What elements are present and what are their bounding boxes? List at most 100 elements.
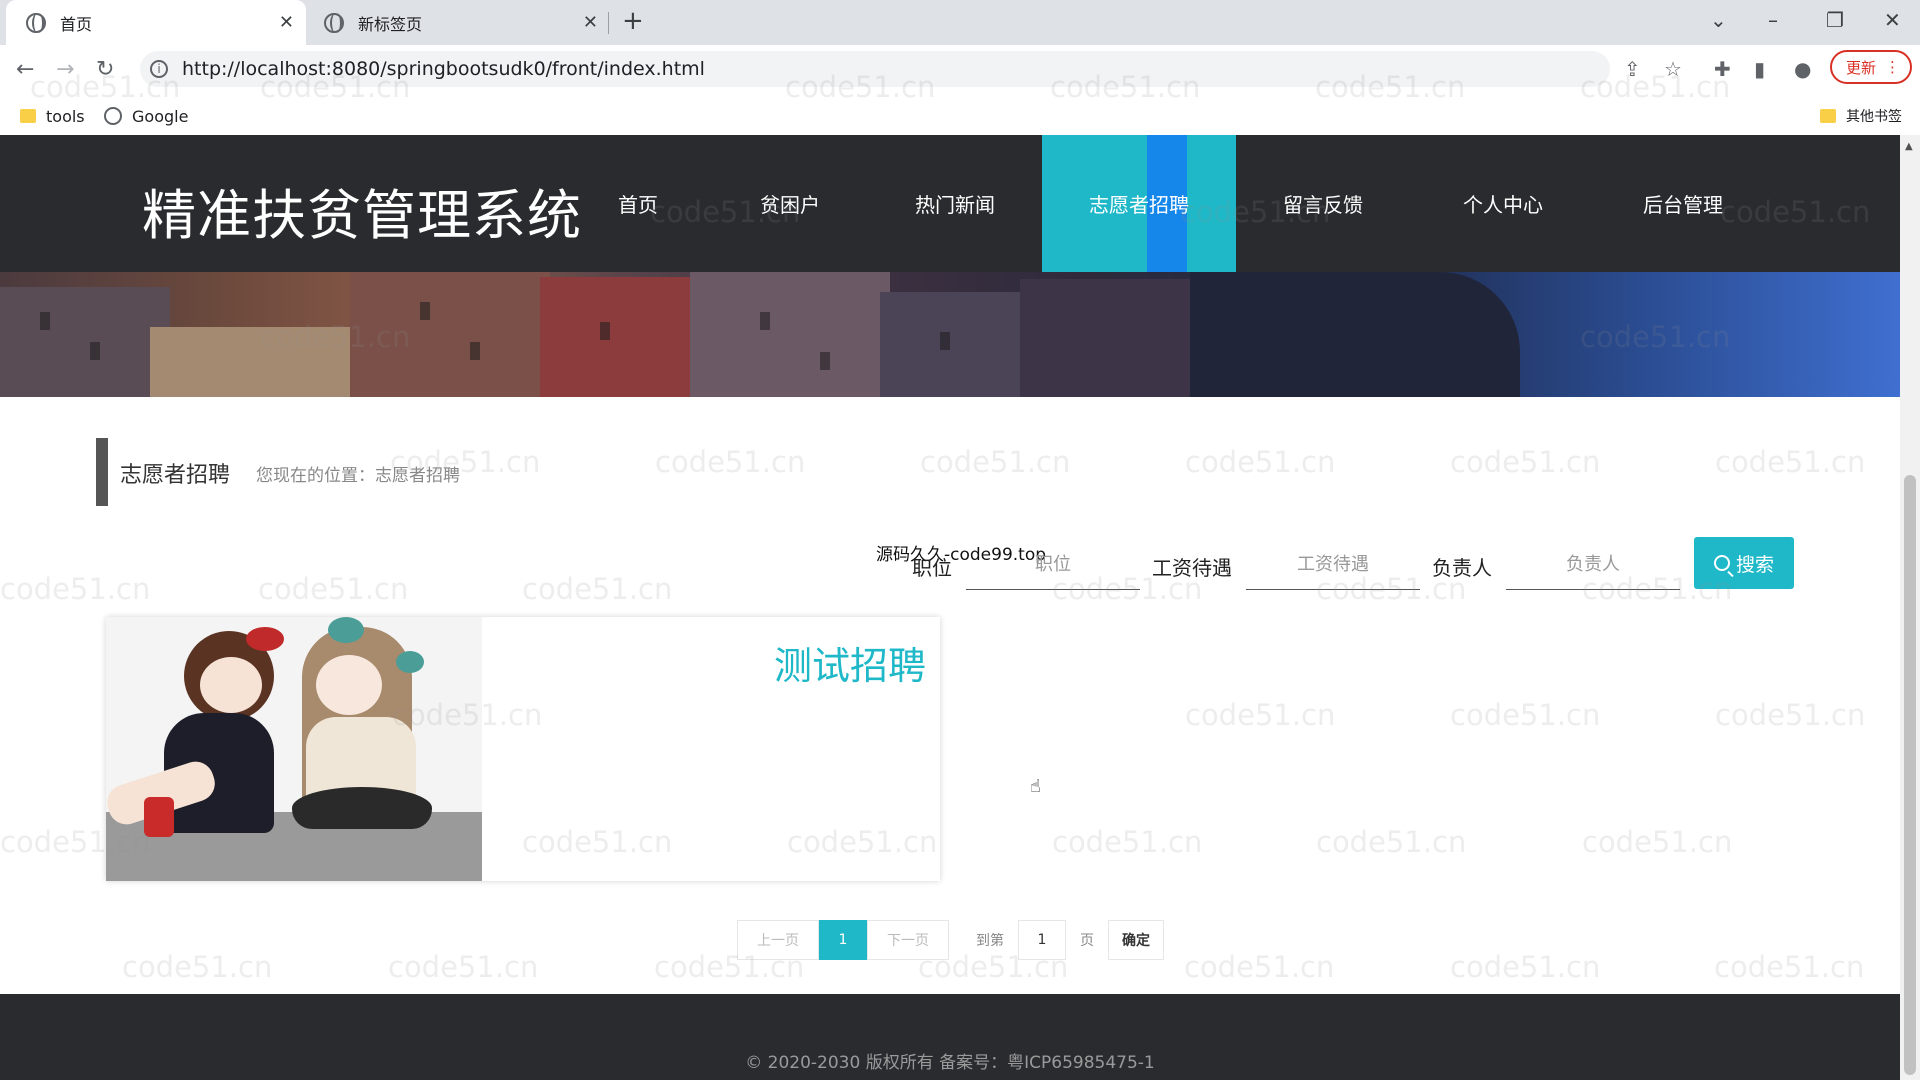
star-icon[interactable]: ☆ [1664,57,1682,81]
owner-input[interactable] [1506,540,1680,590]
watermark: code51.cn [1450,698,1601,732]
close-icon[interactable]: ✕ [279,12,294,33]
watermark: code51.cn [1715,698,1866,732]
recruit-card[interactable]: 测试招聘 [106,617,940,881]
browser-toolbar: ← → ↻ i http://localhost:8080/springboot… [0,45,1920,137]
browser-tab-home[interactable]: 首页 ✕ [6,0,306,45]
menu-icon[interactable]: ⋮ [1885,58,1900,76]
owner-label: 负责人 [1432,556,1492,580]
scroll-thumb[interactable] [1904,475,1916,1075]
position-label: 职位 [912,556,952,580]
tab-search-icon[interactable]: ⌄ [1710,8,1727,32]
nav-poor-households[interactable]: 贫困户 [740,135,840,272]
page-1-button[interactable]: 1 [819,920,867,960]
footer-copyright: © 2020-2030 版权所有 备案号：粤ICP65985475-1 [745,1053,1155,1073]
nav-hot-news[interactable]: 热门新闻 [900,135,1010,272]
watermark: code51.cn [1185,698,1336,732]
watermark: code51.cn [920,445,1071,479]
bookmark-label: Google [132,106,189,126]
other-bookmarks-label: 其他书签 [1846,109,1902,125]
bookmarks-bar: tools Google 其他书签 [0,97,1920,135]
position-input[interactable] [966,540,1140,590]
site-header: 精准扶贫管理系统 首页 贫困户 热门新闻 志愿者招聘 留言反馈 个人中心 后台管… [0,135,1900,272]
extensions-icon[interactable]: ✚ [1714,57,1731,81]
goto-suffix: 页 [1080,933,1094,949]
watermark: code51.cn [1714,950,1865,984]
address-bar[interactable]: i http://localhost:8080/springbootsudk0/… [140,51,1610,87]
url-text: http://localhost:8080/springbootsudk0/fr… [182,58,705,80]
watermark: code51.cn [0,572,151,606]
site-brand: 精准扶贫管理系统 [142,184,582,247]
watermark: code51.cn [1316,825,1467,859]
share-icon[interactable]: ⇪ [1624,57,1641,81]
globe-icon [104,107,122,125]
tab-separator [608,12,609,34]
breadcrumb-accent [96,438,108,506]
prev-page-button[interactable]: 上一页 [737,920,819,960]
next-page-button[interactable]: 下一页 [867,920,949,960]
browser-tab-newtab[interactable]: 新标签页 ✕ [310,0,610,45]
nav-label: 贫困户 [760,193,820,217]
reload-icon[interactable]: ↻ [96,57,114,82]
profile-icon[interactable]: ● [1794,57,1811,81]
search-button-label: 搜索 [1735,554,1774,576]
card-image [106,617,482,881]
scroll-up-icon[interactable]: ▲ [1905,141,1913,152]
watermark: code51.cn [522,572,673,606]
watermark: code51.cn [1185,445,1336,479]
globe-icon [26,12,46,33]
watermark: code51.cn [258,572,409,606]
forward-icon[interactable]: → [56,57,74,82]
nav-label: 留言反馈 [1283,193,1363,217]
nav-admin[interactable]: 后台管理 [1628,135,1738,272]
watermark: code51.cn [1450,445,1601,479]
nav-personal-center[interactable]: 个人中心 [1448,135,1558,272]
browser-tabstrip: 首页 ✕ 新标签页 ✕ + ⌄ – ❐ ✕ [0,0,1920,45]
tab-title: 新标签页 [358,14,423,34]
nav-volunteer-recruit[interactable]: 志愿者招聘 [1042,135,1236,272]
globe-icon [324,12,344,33]
watermark: code51.cn [1052,825,1203,859]
back-icon[interactable]: ← [16,57,34,82]
card-title[interactable]: 测试招聘 [774,635,926,690]
goto-page-input[interactable]: 1 [1018,920,1066,960]
nav-feedback[interactable]: 留言反馈 [1268,135,1378,272]
page-scrollbar[interactable]: ▲ [1900,135,1920,1080]
watermark: code51.cn [1184,950,1335,984]
window-close-icon[interactable]: ✕ [1884,8,1901,32]
nav-home[interactable]: 首页 [598,135,678,272]
breadcrumb: 您现在的位置：志愿者招聘 [256,466,460,486]
salary-label: 工资待遇 [1152,556,1232,580]
banner-image [0,272,1900,397]
search-icon [1713,555,1730,571]
new-tab-icon[interactable]: + [622,6,644,36]
goto-prefix: 到第 [976,933,1004,949]
search-button[interactable]: 搜索 [1694,537,1794,589]
nav-label: 后台管理 [1643,193,1723,217]
goto-confirm-button[interactable]: 确定 [1108,920,1164,960]
minimize-icon[interactable]: – [1768,8,1778,32]
folder-icon [20,109,36,123]
nav-label: 志愿者招聘 [1089,193,1189,217]
update-button[interactable]: 更新 ⋮ [1830,50,1912,84]
screen: 首页 ✕ 新标签页 ✕ + ⌄ – ❐ ✕ ← → ↻ i http://loc… [0,0,1920,1080]
sidepanel-icon[interactable]: ▮ [1754,57,1765,81]
watermark: code51.cn [1715,445,1866,479]
page-title: 志愿者招聘 [120,463,231,488]
restore-icon[interactable]: ❐ [1826,8,1844,32]
watermark: code51.cn [122,950,273,984]
nav-label: 热门新闻 [915,193,995,217]
folder-icon [1820,109,1836,123]
site-footer: © 2020-2030 版权所有 备案号：粤ICP65985475-1 [0,994,1900,1080]
nav-label: 首页 [618,193,658,217]
nav-label: 个人中心 [1463,193,1543,217]
salary-input[interactable] [1246,540,1420,590]
tab-title: 首页 [60,14,93,34]
watermark: code51.cn [388,950,539,984]
other-bookmarks[interactable]: 其他书签 [1820,106,1902,126]
close-icon[interactable]: ✕ [583,12,598,33]
watermark: code51.cn [655,445,806,479]
bookmark-google[interactable]: Google [104,107,188,126]
info-icon[interactable]: i [150,60,168,78]
bookmark-tools[interactable]: tools [20,107,85,126]
